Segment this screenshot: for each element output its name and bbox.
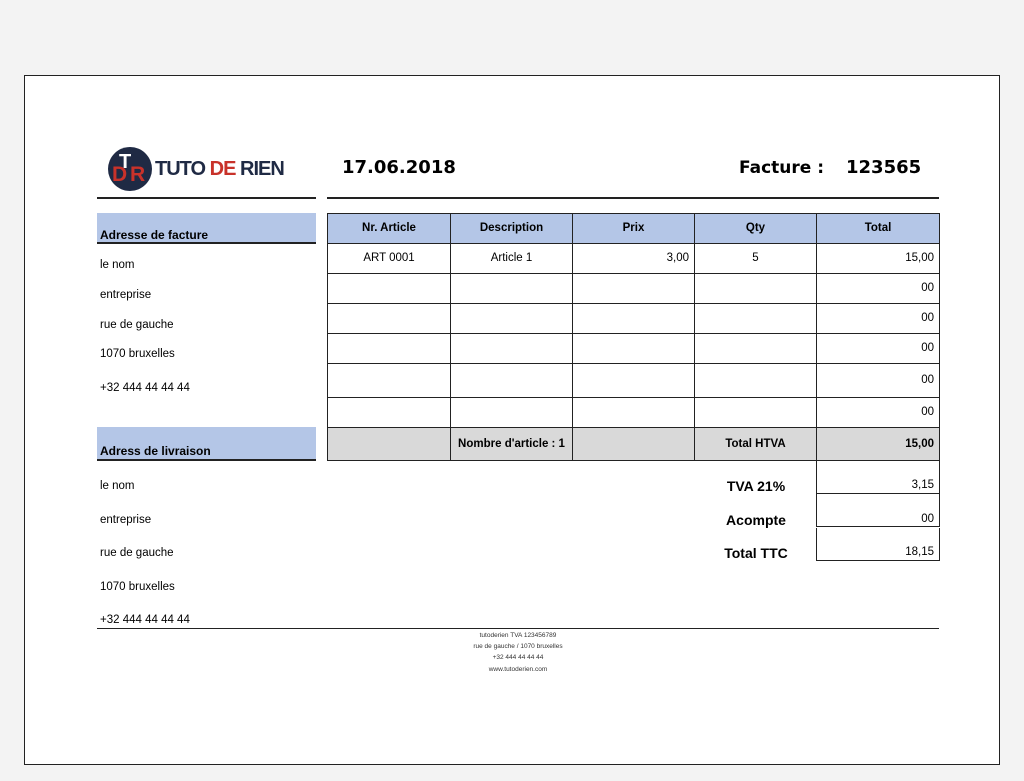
cell-total: 00 bbox=[816, 397, 940, 428]
cell-description bbox=[450, 363, 573, 398]
cell-price bbox=[572, 303, 695, 334]
column-header-price: Prix bbox=[572, 213, 695, 244]
cell-article bbox=[327, 273, 451, 304]
cell-description bbox=[450, 303, 573, 334]
cell-price bbox=[572, 273, 695, 304]
logo-wordmark: TUTO DE RIEN bbox=[155, 158, 285, 180]
acompte-label: Acompte bbox=[726, 512, 786, 528]
footer-address: rue de gauche / 1070 bruxelles bbox=[473, 643, 563, 650]
ttc-label: Total TTC bbox=[724, 545, 788, 561]
column-header-article: Nr. Article bbox=[327, 213, 451, 244]
cell-total: 15,00 bbox=[816, 243, 940, 274]
billing-name: le nom bbox=[100, 259, 135, 271]
billing-company: entreprise bbox=[100, 289, 152, 301]
cell-price bbox=[572, 363, 695, 398]
cell-qty bbox=[694, 397, 817, 428]
column-header-total: Total bbox=[816, 213, 940, 244]
column-header-description: Description bbox=[450, 213, 573, 244]
article-count: Nombre d'article : 1 bbox=[450, 427, 573, 461]
cell-price bbox=[572, 397, 695, 428]
cell-qty bbox=[694, 303, 817, 334]
cell-price bbox=[572, 333, 695, 364]
logo-emblem: TDR bbox=[108, 147, 152, 191]
cell-total: 00 bbox=[816, 273, 940, 304]
cell-article: ART 0001 bbox=[327, 243, 451, 274]
invoice-number: 123565 bbox=[846, 157, 922, 178]
delivery-street: rue de gauche bbox=[100, 547, 174, 559]
delivery-city: 1070 bruxelles bbox=[100, 581, 175, 593]
delivery-address-heading: Adress de livraison bbox=[97, 427, 316, 461]
cell-price: 3,00 bbox=[572, 243, 695, 274]
cell-qty bbox=[694, 273, 817, 304]
company-logo: TDR TUTO DE RIEN bbox=[108, 147, 303, 191]
tva-value: 3,15 bbox=[816, 461, 940, 494]
logo-underline bbox=[97, 197, 316, 199]
cell-article bbox=[327, 397, 451, 428]
billing-address-heading: Adresse de facture bbox=[97, 213, 316, 244]
delivery-phone: +32 444 44 44 44 bbox=[100, 614, 190, 626]
acompte-value: 00 bbox=[816, 494, 940, 527]
tva-label: TVA 21% bbox=[726, 478, 786, 494]
footer-blank-cell bbox=[572, 427, 695, 461]
billing-street: rue de gauche bbox=[100, 319, 174, 331]
invoice-date: 17.06.2018 bbox=[342, 157, 456, 178]
delivery-name: le nom bbox=[100, 480, 135, 492]
billing-phone: +32 444 44 44 44 bbox=[100, 382, 190, 394]
cell-description: Article 1 bbox=[450, 243, 573, 274]
footer-phone: +32 444 44 44 44 bbox=[492, 654, 544, 661]
cell-description bbox=[450, 273, 573, 304]
ttc-value: 18,15 bbox=[816, 528, 940, 561]
total-htva-label: Total HTVA bbox=[694, 427, 817, 461]
cell-description bbox=[450, 333, 573, 364]
cell-qty bbox=[694, 333, 817, 364]
cell-total: 00 bbox=[816, 363, 940, 398]
footer-divider bbox=[97, 628, 939, 629]
header-underline bbox=[327, 197, 939, 199]
cell-qty bbox=[694, 363, 817, 398]
cell-total: 00 bbox=[816, 303, 940, 334]
total-htva-value: 15,00 bbox=[816, 427, 940, 461]
invoice-label: Facture : bbox=[739, 158, 825, 178]
column-header-qty: Qty bbox=[694, 213, 817, 244]
billing-city: 1070 bruxelles bbox=[100, 348, 175, 360]
footer-blank-cell bbox=[327, 427, 451, 461]
cell-qty: 5 bbox=[694, 243, 817, 274]
footer-company: tutoderien TVA 123456789 bbox=[479, 632, 557, 639]
delivery-company: entreprise bbox=[100, 514, 152, 526]
cell-total: 00 bbox=[816, 333, 940, 364]
cell-article bbox=[327, 303, 451, 334]
cell-description bbox=[450, 397, 573, 428]
cell-article bbox=[327, 363, 451, 398]
footer-website: www.tutoderien.com bbox=[488, 666, 548, 673]
cell-article bbox=[327, 333, 451, 364]
